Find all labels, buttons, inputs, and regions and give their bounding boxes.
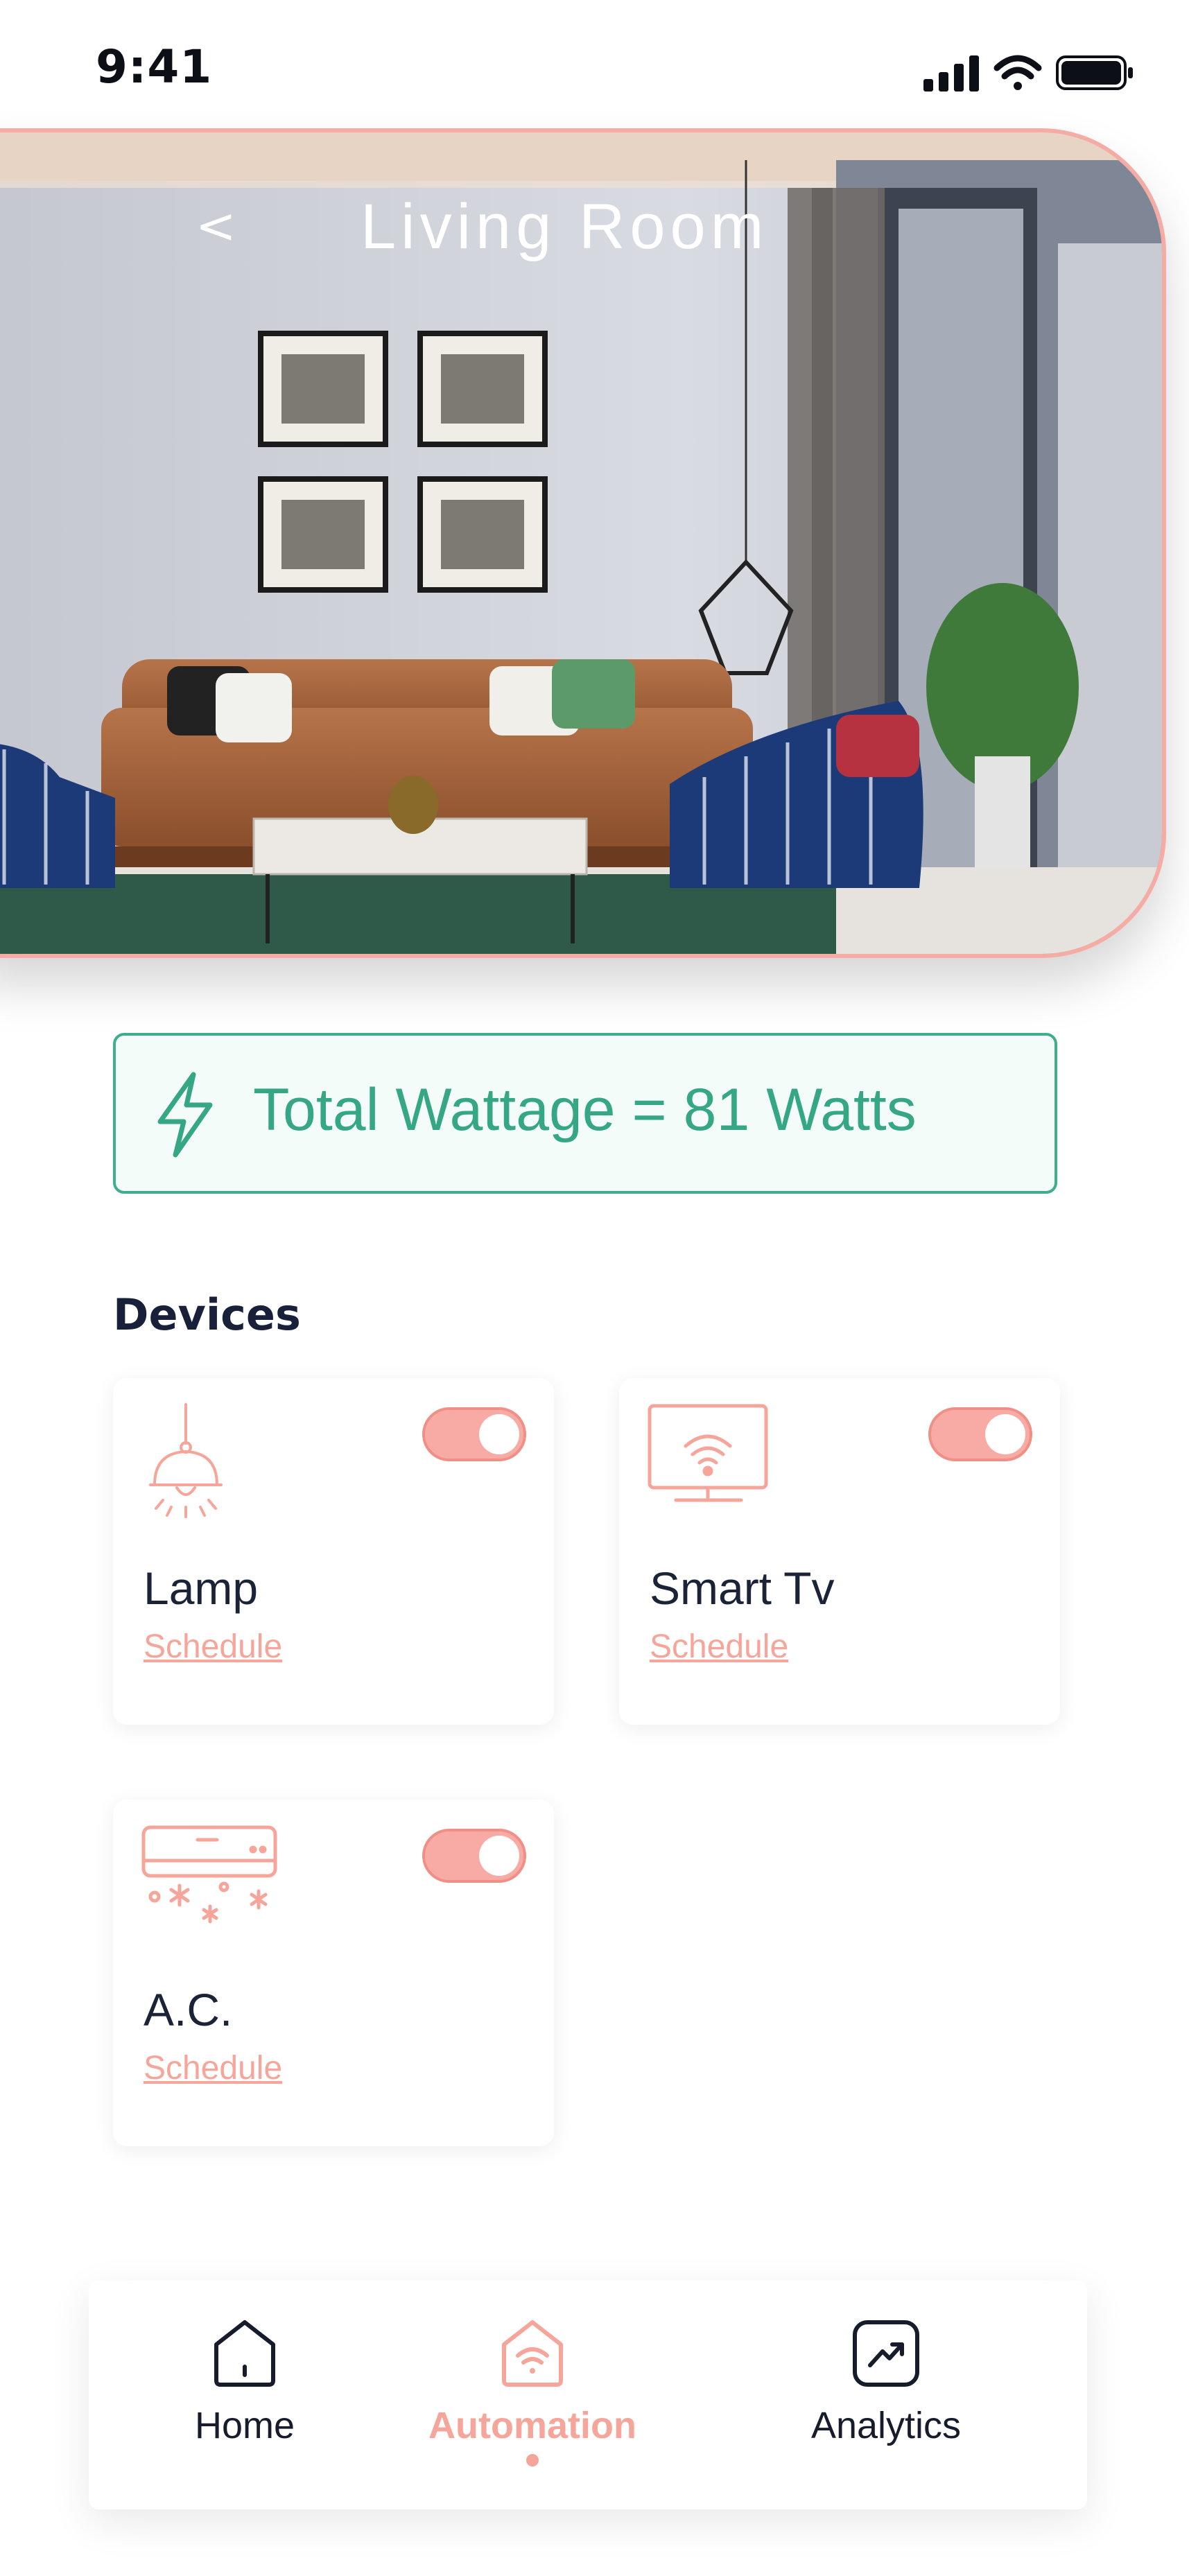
bottom-navigation: Home Automation Analytics xyxy=(89,2281,1087,2509)
automation-icon xyxy=(408,2315,657,2392)
smart-tv-toggle[interactable] xyxy=(928,1407,1032,1461)
air-conditioner-icon xyxy=(141,1825,279,1931)
wifi-icon xyxy=(993,55,1042,90)
device-card-smart-tv[interactable]: Smart Tv Schedule xyxy=(619,1378,1060,1725)
toggle-knob xyxy=(479,1414,519,1454)
lamp-icon xyxy=(141,1403,231,1524)
schedule-link[interactable]: Schedule xyxy=(650,1628,788,1666)
device-name: Lamp xyxy=(144,1563,259,1614)
nav-home[interactable]: Home xyxy=(89,2315,401,2489)
device-card-ac[interactable]: A.C. Schedule xyxy=(113,1800,554,2146)
device-name: A.C. xyxy=(144,1984,233,2035)
bolt-icon xyxy=(152,1070,218,1162)
smart-tv-icon xyxy=(647,1403,772,1510)
toggle-knob xyxy=(479,1836,519,1876)
wattage-banner: Total Wattage = 81 Watts xyxy=(113,1033,1057,1194)
device-card-lamp[interactable]: Lamp Schedule xyxy=(113,1378,554,1725)
nav-automation-label: Automation xyxy=(428,2405,636,2446)
lamp-toggle[interactable] xyxy=(422,1407,526,1461)
home-icon xyxy=(89,2315,401,2392)
devices-heading: Devices xyxy=(113,1289,301,1340)
device-name: Smart Tv xyxy=(650,1563,835,1614)
schedule-link[interactable]: Schedule xyxy=(144,1628,282,1666)
page-title: Living Room xyxy=(361,191,769,262)
wattage-text: Total Wattage = 81 Watts xyxy=(253,1077,917,1143)
nav-analytics-label: Analytics xyxy=(810,2405,962,2446)
nav-analytics[interactable]: Analytics xyxy=(754,2315,1018,2489)
ac-toggle[interactable] xyxy=(422,1829,526,1883)
schedule-link[interactable]: Schedule xyxy=(144,2049,282,2087)
signal-icon xyxy=(923,55,979,92)
active-indicator xyxy=(526,2454,539,2466)
back-button[interactable]: < xyxy=(196,198,236,254)
analytics-icon xyxy=(754,2315,1018,2392)
status-icons xyxy=(915,49,1137,97)
nav-home-label: Home xyxy=(194,2405,295,2446)
battery-icon xyxy=(1056,55,1133,90)
nav-automation[interactable]: Automation xyxy=(408,2315,657,2489)
status-time: 9:41 xyxy=(96,40,213,94)
toggle-knob xyxy=(985,1414,1025,1454)
